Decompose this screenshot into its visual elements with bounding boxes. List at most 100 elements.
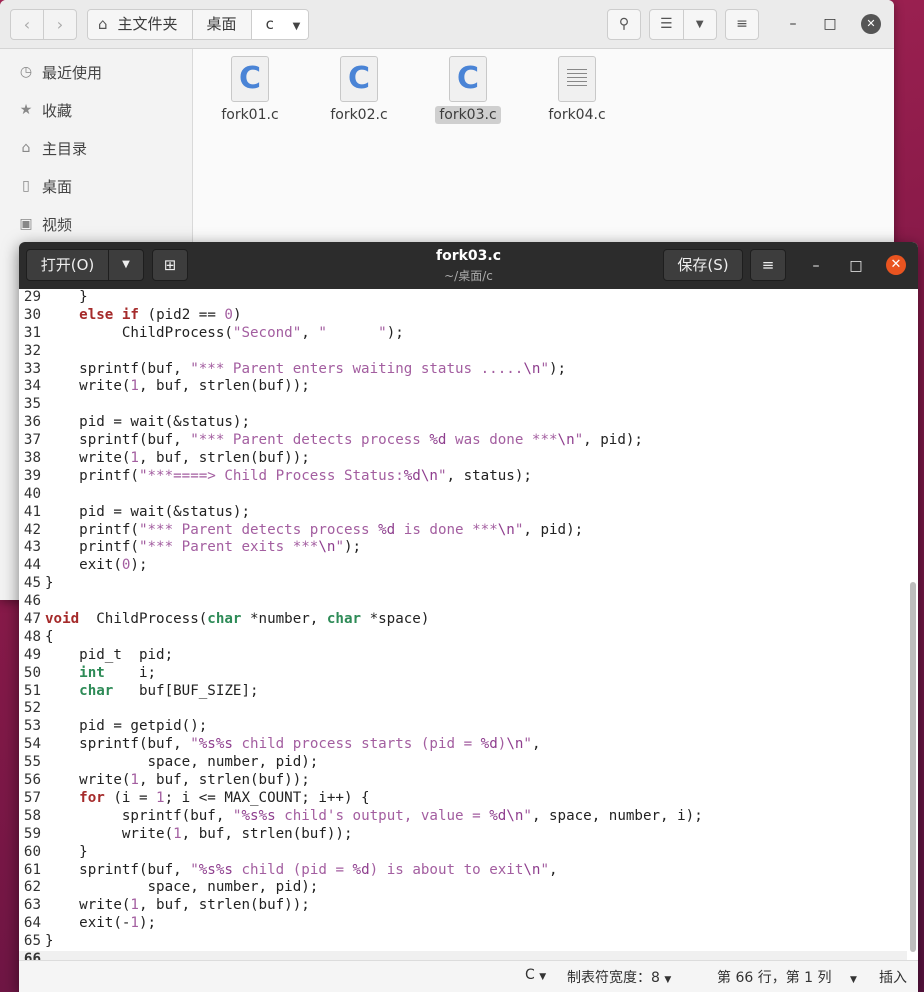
code-line[interactable]: 59 write(1, buf, strlen(buf)); <box>19 826 907 844</box>
video-icon: ▣ <box>19 216 33 232</box>
maximize-button[interactable]: □ <box>846 256 866 276</box>
code-line[interactable]: 32 <box>19 343 907 361</box>
close-button[interactable]: ✕ <box>886 255 906 275</box>
tab-width-selector[interactable]: 制表符宽度：8 ▼ <box>567 967 671 987</box>
code-text: exit(-1); <box>45 915 157 932</box>
file-item[interactable]: C fork01.c <box>200 56 300 124</box>
search-button[interactable]: ⚲ <box>607 9 641 40</box>
save-button[interactable]: 保存(S) <box>663 249 743 281</box>
code-line[interactable]: 41 pid = wait(&status); <box>19 504 907 522</box>
back-button[interactable]: ‹ <box>10 9 44 40</box>
code-editor[interactable]: 29 } 30 else if (pid2 == 0) 31 ChildProces… <box>19 289 907 961</box>
code-text: exit(0); <box>45 557 148 574</box>
line-number: 40 <box>23 485 41 502</box>
line-number: 45 <box>23 575 41 592</box>
sidebar-item-starred[interactable]: ★ 收藏 <box>0 91 192 129</box>
code-line[interactable]: 55 space, number, pid); <box>19 754 907 772</box>
line-number: 54 <box>23 736 41 753</box>
code-line[interactable]: 30 else if (pid2 == 0) <box>19 307 907 325</box>
code-line[interactable]: 38 write(1, buf, strlen(buf)); <box>19 450 907 468</box>
code-line[interactable]: 45} <box>19 575 907 593</box>
sidebar-item-desktop[interactable]: ▯ 桌面 <box>0 167 192 205</box>
view-options-button[interactable]: ☰ ▼ <box>649 9 717 40</box>
line-number: 32 <box>23 342 41 359</box>
code-line[interactable]: 40 <box>19 486 907 504</box>
code-line[interactable]: 35 <box>19 396 907 414</box>
code-text: void ChildProcess(char *number, char *sp… <box>45 611 430 628</box>
line-number: 33 <box>23 360 41 377</box>
code-line[interactable]: 63 write(1, buf, strlen(buf)); <box>19 897 907 915</box>
code-line[interactable]: 53 pid = getpid(); <box>19 718 907 736</box>
code-line[interactable]: 61 sprintf(buf, "%s%s child (pid = %d) i… <box>19 862 907 880</box>
code-text: printf("*** Parent exits ***\n"); <box>45 539 362 556</box>
code-line[interactable]: 44 exit(0); <box>19 557 907 575</box>
code-text: else if (pid2 == 0) <box>79 306 242 323</box>
vertical-scrollbar[interactable] <box>910 582 916 952</box>
code-text: { <box>45 628 54 645</box>
line-number: 39 <box>23 467 41 484</box>
file-item[interactable]: C fork02.c <box>309 56 409 124</box>
home-icon: ⌂ <box>98 15 108 33</box>
code-line[interactable]: 37 sprintf(buf, "*** Parent detects proc… <box>19 432 907 450</box>
code-text: pid = wait(&status); <box>45 503 250 520</box>
code-line[interactable]: 62 space, number, pid); <box>19 879 907 897</box>
minimize-button[interactable]: – <box>806 256 826 276</box>
code-line[interactable]: 34 write(1, buf, strlen(buf)); <box>19 378 907 396</box>
code-text: sprintf(buf, "%s%s child process starts … <box>45 736 541 753</box>
forward-button[interactable]: › <box>43 9 77 40</box>
menu-button[interactable]: ≡ <box>750 249 786 281</box>
menu-button[interactable]: ≡ <box>725 9 759 40</box>
file-item[interactable]: fork04.c <box>527 56 627 124</box>
code-text: space, number, pid); <box>45 879 319 896</box>
code-line[interactable]: 29 } <box>19 289 907 307</box>
code-line[interactable]: 36 pid = wait(&status); <box>19 414 907 432</box>
code-line[interactable]: 43 printf("*** Parent exits ***\n"); <box>19 539 907 557</box>
chevron-down-icon: ▼ <box>695 19 704 30</box>
code-line[interactable]: 60 } <box>19 844 907 862</box>
language-selector[interactable]: C ▼ <box>525 967 546 983</box>
code-line[interactable]: 56 write(1, buf, strlen(buf)); <box>19 772 907 790</box>
sidebar-item-recent[interactable]: ◷ 最近使用 <box>0 53 192 91</box>
cursor-position-selector[interactable]: 第 66 行，第 1 列 ▼ <box>717 967 857 987</box>
code-line[interactable]: 42 printf("*** Parent detects process %d… <box>19 522 907 540</box>
line-number: 60 <box>23 843 41 860</box>
hamburger-icon: ≡ <box>761 256 775 274</box>
search-icon: ⚲ <box>618 16 630 32</box>
breadcrumb-desktop[interactable]: 桌面 <box>192 10 252 39</box>
code-line[interactable]: 47 void ChildProcess(char *number, char *… <box>19 611 907 629</box>
c-file-icon: C <box>340 56 378 102</box>
file-manager-header: ‹ › ⌂ 主文件夹 桌面 c ▼ ⚲ ☰ ▼ ≡ – □ ✕ <box>0 0 894 49</box>
code-line[interactable]: 54 sprintf(buf, "%s%s child process star… <box>19 736 907 754</box>
code-line[interactable]: 50 int i; <box>19 665 907 683</box>
close-button[interactable]: ✕ <box>861 14 881 34</box>
code-line[interactable]: 33 sprintf(buf, "*** Parent enters waiti… <box>19 361 907 379</box>
code-line[interactable]: 65} <box>19 933 907 951</box>
code-text: int i; <box>79 664 157 681</box>
file-item-selected[interactable]: C fork03.c <box>418 56 518 124</box>
code-line[interactable]: 57 for (i = 1; i <= MAX_COUNT; i++) { <box>19 790 907 808</box>
code-line[interactable]: 51 char buf[BUF_SIZE]; <box>19 683 907 701</box>
line-number: 30 <box>23 306 41 323</box>
line-number: 59 <box>23 825 41 842</box>
code-text: sprintf(buf, "*** Parent enters waiting … <box>45 360 567 377</box>
line-number: 47 <box>23 611 41 628</box>
code-line[interactable]: 58 sprintf(buf, "%s%s child's output, va… <box>19 808 907 826</box>
code-line[interactable]: 64 exit(-1); <box>19 915 907 933</box>
breadcrumb-home[interactable]: ⌂ 主文件夹 <box>88 10 193 39</box>
breadcrumb-current[interactable]: c ▼ <box>251 10 309 39</box>
code-line[interactable]: 48{ <box>19 629 907 647</box>
code-text: sprintf(buf, "*** Parent detects process… <box>45 432 643 449</box>
code-line[interactable]: 39 printf("***====> Child Process Status… <box>19 468 907 486</box>
code-line[interactable]: 49 pid_t pid; <box>19 647 907 665</box>
line-number: 36 <box>23 414 41 431</box>
code-line[interactable]: 52 <box>19 700 907 718</box>
code-line[interactable]: 31 ChildProcess("Second", " "); <box>19 325 907 343</box>
maximize-button[interactable]: □ <box>820 14 840 34</box>
line-number: 65 <box>23 933 41 950</box>
code-line[interactable]: 46 <box>19 593 907 611</box>
minimize-button[interactable]: – <box>783 14 803 34</box>
sidebar-item-home[interactable]: ⌂ 主目录 <box>0 129 192 167</box>
line-number: 62 <box>23 879 41 896</box>
sidebar-item-videos[interactable]: ▣ 视频 <box>0 205 192 243</box>
